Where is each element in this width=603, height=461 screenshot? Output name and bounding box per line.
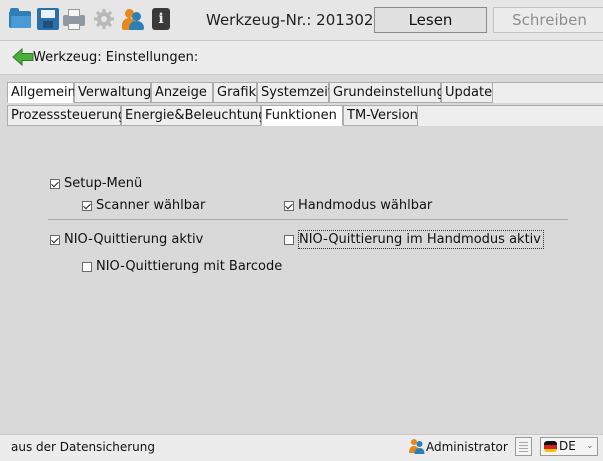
handmodus-option[interactable]: Handmodus wählbar (284, 198, 432, 213)
tab-grundeinstellung[interactable]: Grundeinstellung (329, 82, 445, 103)
tool-number: Werkzeug-Nr.: 20130217 (206, 11, 393, 29)
tab-allgemein[interactable]: Allgemein (7, 82, 76, 103)
open-folder-icon[interactable] (9, 8, 31, 30)
tab-funktionen[interactable]: Funktionen (261, 105, 343, 126)
tab-energie-beleuchtung[interactable]: Energie&Beleuchtung (121, 105, 267, 126)
back-arrow-icon[interactable] (12, 47, 34, 67)
nio-quit-label: NIO-Quittierung aktiv (64, 232, 204, 247)
nio-quit-option[interactable]: NIO-Quittierung aktiv (50, 232, 203, 247)
nio-quit-hand-option[interactable]: NIO-Quittierung im Handmodus aktiv (284, 230, 544, 249)
save-icon[interactable] (37, 8, 59, 30)
chevron-down-icon: ⌄ (586, 441, 594, 451)
settings-gear-icon[interactable] (93, 8, 115, 30)
settings-panel (7, 126, 603, 434)
nio-quit-checkbox[interactable] (50, 234, 60, 245)
document-icon[interactable] (515, 437, 532, 456)
tab-grafik[interactable]: Grafik (213, 82, 257, 103)
users-icon[interactable] (122, 8, 144, 30)
tab-strip-filler (418, 105, 603, 126)
divider (48, 219, 568, 220)
nio-quit-hand-checkbox[interactable] (284, 234, 294, 245)
print-icon[interactable] (63, 8, 85, 30)
tab-systemzeit[interactable]: Systemzeit (257, 82, 333, 103)
scanner-label: Scanner wählbar (96, 198, 206, 213)
write-button[interactable]: Schreiben (493, 7, 603, 33)
nio-barcode-option[interactable]: NIO-Quittierung mit Barcode (82, 259, 282, 274)
tab-tm-version[interactable]: TM-Version (343, 105, 418, 126)
status-message: aus der Datensicherung (11, 440, 155, 454)
tab-update[interactable]: Update (441, 82, 493, 103)
scanner-checkbox[interactable] (82, 200, 92, 211)
setup-menu-label: Setup-Menü (64, 176, 143, 191)
nio-quit-hand-label: NIO-Quittierung im Handmodus aktiv (298, 230, 544, 249)
tab-verwaltung[interactable]: Verwaltung (74, 82, 151, 103)
germany-flag-icon (544, 441, 557, 452)
setup-menu-checkbox[interactable] (50, 178, 60, 189)
read-button[interactable]: Lesen (374, 7, 487, 33)
language-select[interactable]: DE ⌄ (540, 437, 598, 456)
page-title: Werkzeug: Einstellungen: (33, 50, 199, 65)
language-value: DE (559, 439, 576, 453)
tab-anzeige[interactable]: Anzeige (151, 82, 213, 103)
info-icon[interactable]: i (152, 8, 170, 30)
handmodus-label: Handmodus wählbar (298, 198, 433, 213)
user-name: Administrator (426, 440, 508, 454)
setup-menu-option[interactable]: Setup-Menü (50, 176, 142, 191)
tab-strip-filler (493, 82, 603, 103)
nio-barcode-checkbox[interactable] (82, 261, 92, 272)
tab-prozesssteuerung[interactable]: Prozesssteuerung (7, 105, 126, 126)
handmodus-checkbox[interactable] (284, 200, 294, 211)
nio-barcode-label: NIO-Quittierung mit Barcode (96, 259, 283, 274)
user-icon (409, 438, 425, 454)
scanner-option[interactable]: Scanner wählbar (82, 198, 205, 213)
